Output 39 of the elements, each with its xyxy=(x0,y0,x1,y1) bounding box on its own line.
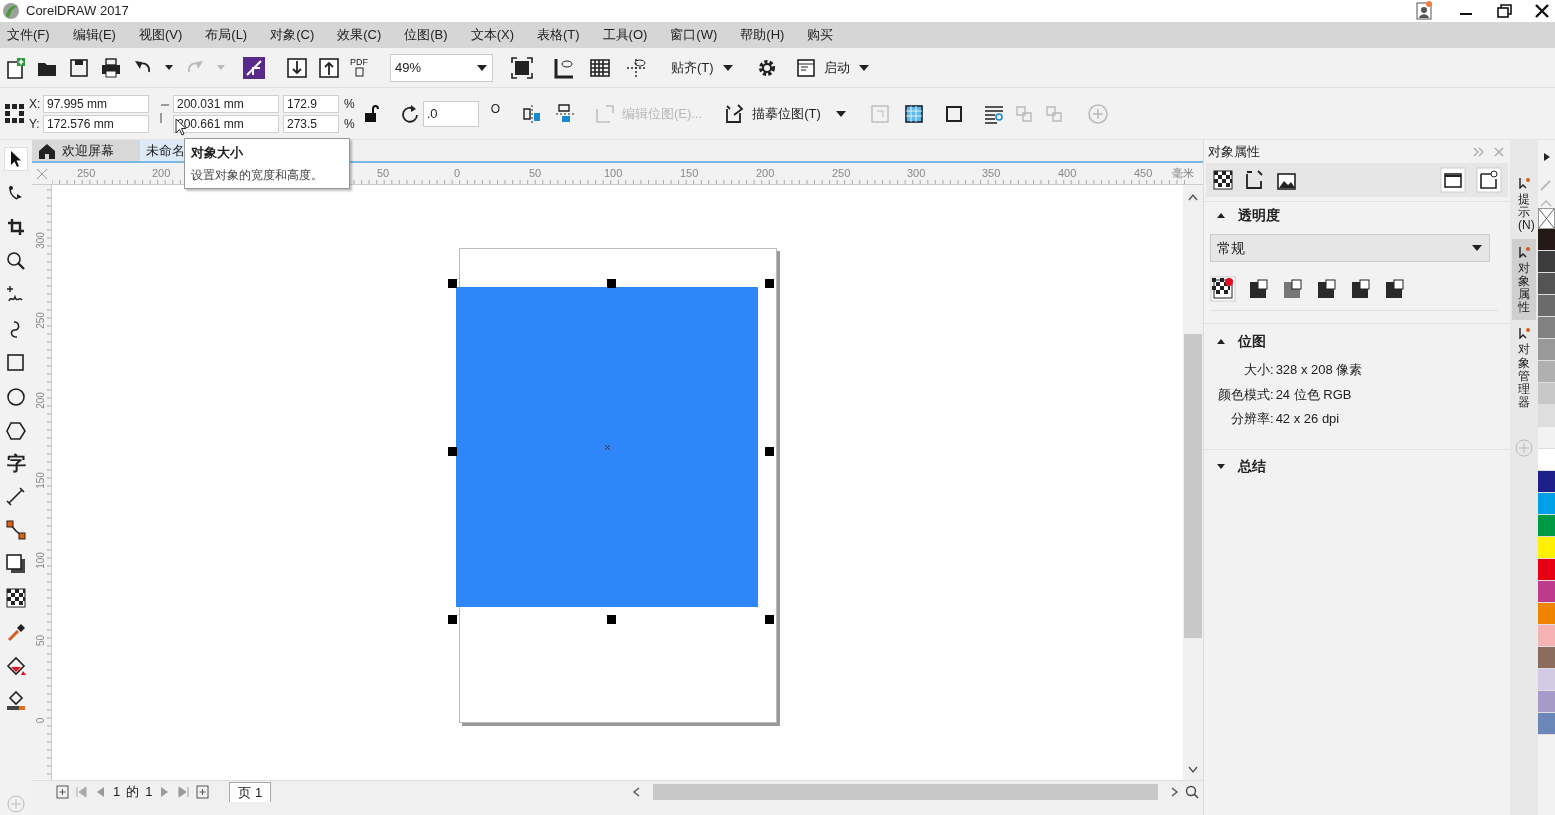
ruler-label: 50 xyxy=(377,166,390,181)
info-label: 颜色模式: xyxy=(1218,385,1274,404)
ruler-label: 450 xyxy=(1134,166,1153,181)
page-count: 1 xyxy=(145,783,153,802)
ruler-label: 350 xyxy=(982,166,1001,181)
ruler-label: 300 xyxy=(907,166,926,181)
ruler-unit: 毫米 xyxy=(1172,166,1194,181)
ruler-label: 0 xyxy=(454,166,461,181)
percent-label: % xyxy=(344,115,355,133)
window-title: CorelDRAW 2017 xyxy=(26,2,129,21)
ruler-label: 200 xyxy=(152,166,171,181)
ruler-label: 250 xyxy=(77,166,96,181)
ruler-label: 100 xyxy=(604,166,623,181)
info-value: 328 x 208 像素 xyxy=(1275,361,1364,379)
ruler-label: 0 xyxy=(33,716,47,726)
ruler-label: 200 xyxy=(756,166,775,181)
ruler-label: 400 xyxy=(1058,166,1077,181)
field-label: Y: xyxy=(29,115,40,133)
field-label: X: xyxy=(29,95,40,113)
ruler-label: 150 xyxy=(33,471,47,491)
ruler-label: 100 xyxy=(33,551,47,571)
panel-title: 对象属性 xyxy=(1208,142,1260,161)
ruler-label: 300 xyxy=(33,231,47,251)
page-of-label: 的 xyxy=(126,783,140,802)
ruler-label: 250 xyxy=(832,166,851,181)
tooltip-title: 对象大小 xyxy=(191,144,244,162)
ruler-label: 150 xyxy=(680,166,699,181)
info-value: 24 位色 RGB xyxy=(1275,385,1353,404)
ruler-label: 250 xyxy=(33,311,47,331)
info-label: 分辨率: xyxy=(1230,410,1274,428)
percent-label: % xyxy=(344,95,355,113)
degree-label: O xyxy=(490,101,500,118)
tooltip-text: 设置对象的宽度和高度。 xyxy=(191,166,324,184)
page-number: 1 xyxy=(113,783,121,802)
info-value: 42 x 26 dpi xyxy=(1275,410,1341,428)
ruler-label: 200 xyxy=(33,391,47,411)
ruler-label: 50 xyxy=(529,166,542,181)
ruler-label: 50 xyxy=(33,633,47,649)
info-label: 大小: xyxy=(1243,361,1274,379)
